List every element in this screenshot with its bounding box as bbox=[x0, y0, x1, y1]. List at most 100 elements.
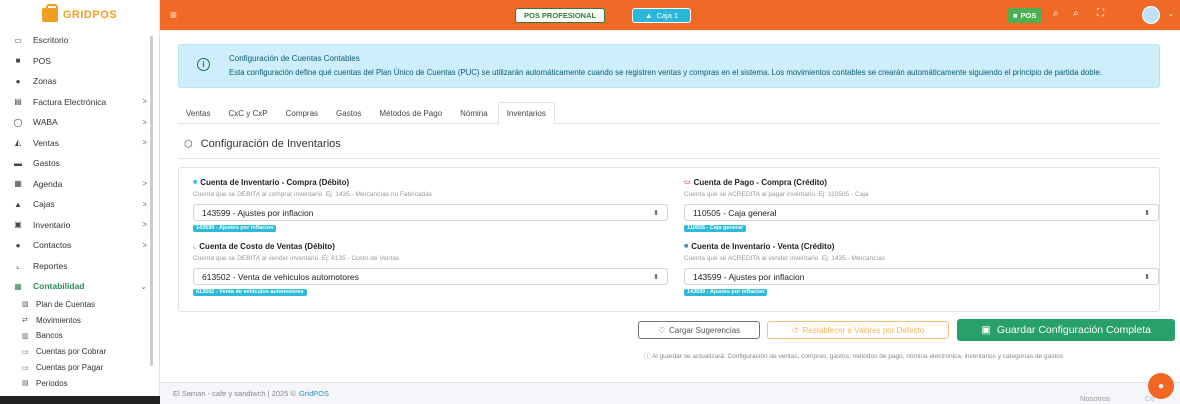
sidebar-item-label: Zonas bbox=[33, 76, 57, 87]
account-badge: 143599 - Ajustes por inflacion bbox=[193, 225, 277, 232]
chevron-icon: ⌄ bbox=[140, 281, 147, 291]
sidebar-item-escritorio[interactable]: ▭ Escritorio bbox=[0, 30, 159, 51]
submenu-item-plan-de-cuentas[interactable]: ▧ Plan de Cuentas bbox=[0, 297, 159, 313]
receivable-icon: ▭ bbox=[22, 348, 29, 356]
tab-gastos[interactable]: Gastos bbox=[328, 102, 369, 124]
chart-of-accounts-icon: ▧ bbox=[22, 301, 29, 309]
submenu-item-label: Periodos bbox=[36, 378, 68, 388]
footer-brand-link[interactable]: GridPOS bbox=[299, 389, 329, 398]
tab-cxc-y-cxp[interactable]: CxC y CxP bbox=[220, 102, 275, 124]
sidebar-bottom-bar bbox=[0, 396, 160, 404]
tab-m-todos-de-pago[interactable]: Métodos de Pago bbox=[371, 102, 450, 124]
submenu-item-label: Bancos bbox=[36, 331, 63, 341]
brand-logo[interactable]: GRIDPOS bbox=[0, 0, 159, 30]
pos-icon: ■ bbox=[1013, 11, 1018, 20]
accounting-icon: ▦ bbox=[14, 281, 22, 291]
submenu-item-periodos[interactable]: ▤ Periodos bbox=[0, 375, 159, 391]
select-value: 613502 - Venta de vehiculos automotores bbox=[202, 271, 359, 282]
sidebar: GRIDPOS ▭ Escritorio ■ POS ● Zonas ▤ Factura El… bbox=[0, 0, 160, 404]
cost-of-sales-select[interactable]: 613502 - Venta de vehiculos automotores … bbox=[193, 268, 668, 285]
sidebar-item-contabilidad[interactable]: ▦ Contabilidad ⌄ bbox=[0, 276, 159, 297]
submenu-item-cuentas-por-cobrar[interactable]: ▭ Cuentas por Cobrar bbox=[0, 344, 159, 360]
fullscreen-icon[interactable]: ⛶ bbox=[1097, 8, 1104, 19]
pos-badge-label: POS bbox=[1020, 11, 1037, 20]
sidebar-item-label: Agenda bbox=[33, 178, 63, 189]
chat-bubble-icon[interactable]: ● bbox=[1148, 373, 1174, 399]
box-icon: ⬡ bbox=[184, 138, 193, 150]
reset-defaults-button[interactable]: ↺ Restablecer a Valores por Defecto bbox=[767, 321, 949, 339]
field-help: Cuenta que se DEBITA al vender inventari… bbox=[193, 255, 400, 262]
sidebar-item-contactos[interactable]: ● Contactos > bbox=[0, 235, 159, 256]
account-badge: 110505 - Caja general bbox=[684, 225, 746, 232]
cash-register-label: Caja 1 bbox=[656, 11, 679, 20]
button-label: Guardar Configuración Completa bbox=[996, 324, 1151, 336]
inventory-sale-select[interactable]: 143599 - Ajustes por inflacion ⬍ bbox=[684, 268, 1159, 285]
sidebar-item-factura-electr-nica[interactable]: ▤ Factura Electrónica > bbox=[0, 92, 159, 113]
field-help: Cuenta que se ACREDITA al vender inventa… bbox=[684, 255, 886, 262]
tab-n-mina[interactable]: Nómina bbox=[452, 102, 496, 124]
pos-badge-button[interactable]: ■ POS bbox=[1007, 8, 1043, 23]
whatsapp-icon: ◯ bbox=[13, 117, 23, 127]
payable-icon: ▭ bbox=[22, 364, 29, 372]
zoom-in-icon[interactable]: ⌕ bbox=[1053, 8, 1059, 19]
sidebar-item-gastos[interactable]: ▬ Gastos bbox=[0, 153, 159, 174]
load-suggestions-button[interactable]: ♡ Cargar Sugerencias bbox=[638, 321, 760, 339]
sidebar-item-zonas[interactable]: ● Zonas bbox=[0, 71, 159, 92]
tab-ventas[interactable]: Ventas bbox=[178, 102, 218, 124]
tab-inventarios[interactable]: Inventarios bbox=[497, 102, 555, 125]
field-inventory-sale: ■ Cuenta de Inventario - Venta (Crédito)… bbox=[684, 240, 1159, 296]
select-value: 110505 - Caja general bbox=[693, 207, 777, 218]
main-content: i Configuración de Cuentas Contables Est… bbox=[160, 30, 1180, 404]
pos-icon: ■ bbox=[15, 56, 21, 66]
select-value: 143599 - Ajustes por inflacion bbox=[693, 271, 805, 282]
cash-register-button[interactable]: ▲ Caja 1 bbox=[632, 8, 692, 23]
config-tabs: Ventas CxC y CxP Compras Gastos Métodos de P… bbox=[178, 102, 1160, 125]
inventory-purchase-select[interactable]: 143599 - Ajustes por inflacion ⬍ bbox=[193, 204, 668, 221]
credit-card-icon: ▭ bbox=[684, 179, 691, 186]
submenu-item-movimientos[interactable]: ⇄ Movimientos bbox=[0, 312, 159, 328]
footer-about-link[interactable]: Nosotros bbox=[1080, 394, 1110, 403]
pos-professional-button[interactable]: POS PROFESIONAL bbox=[515, 8, 606, 23]
divider bbox=[178, 158, 1160, 159]
select-arrows-icon: ⬍ bbox=[1144, 273, 1150, 281]
contacts-icon: ● bbox=[15, 240, 21, 250]
submenu-item-label: Movimientos bbox=[36, 315, 81, 325]
sidebar-item-pos[interactable]: ■ POS bbox=[0, 51, 159, 72]
chevron-down-icon[interactable]: ⌄ bbox=[1168, 10, 1174, 18]
sidebar-item-cajas[interactable]: ▲ Cajas > bbox=[0, 194, 159, 215]
sidebar-item-ventas[interactable]: ◭ Ventas > bbox=[0, 133, 159, 154]
sidebar-item-label: Ventas bbox=[33, 137, 59, 148]
chevron-icon: > bbox=[142, 138, 147, 148]
field-cost-of-sales: ⌞ Cuenta de Costo de Ventas (Débito) Cue… bbox=[193, 240, 668, 296]
sidebar-scrollbar[interactable] bbox=[150, 36, 153, 366]
submenu-item-label: Plan de Cuentas bbox=[36, 299, 96, 309]
submenu-item-cuentas-por-pagar[interactable]: ▭ Cuentas por Pagar bbox=[0, 360, 159, 376]
inventory-accounts-card: ■ Cuenta de Inventario - Compra (Débito)… bbox=[178, 167, 1160, 312]
sidebar-item-waba[interactable]: ◯ WABA > bbox=[0, 112, 159, 133]
bank-icon: ▥ bbox=[22, 332, 29, 340]
payment-purchase-select[interactable]: 110505 - Caja general ⬍ bbox=[684, 204, 1159, 221]
inventory-icon: ▣ bbox=[14, 220, 22, 230]
save-config-button[interactable]: ▣ Guardar Configuración Completa bbox=[957, 319, 1175, 341]
desktop-icon: ▭ bbox=[14, 35, 22, 45]
sidebar-item-agenda[interactable]: ▦ Agenda > bbox=[0, 174, 159, 195]
accounting-submenu: ▧ Plan de Cuentas ⇄ Movimientos ▥ Bancos ▭ Cuen… bbox=[0, 297, 159, 392]
sidebar-item-label: WABA bbox=[33, 117, 58, 128]
hamburger-menu-icon[interactable]: ≡ bbox=[170, 8, 177, 22]
sidebar-item-reportes[interactable]: ⌞ Reportes bbox=[0, 256, 159, 277]
sidebar-item-inventario[interactable]: ▣ Inventario > bbox=[0, 215, 159, 236]
submenu-item-bancos[interactable]: ▥ Bancos bbox=[0, 328, 159, 344]
sidebar-item-label: Gastos bbox=[33, 158, 60, 169]
info-icon: i bbox=[197, 58, 210, 71]
chevron-icon: > bbox=[142, 240, 147, 250]
debit-icon: ■ bbox=[193, 178, 198, 186]
zoom-out-icon[interactable]: ⌕ bbox=[1073, 8, 1079, 19]
field-help: Cuenta que se DEBITA al comprar inventar… bbox=[193, 191, 433, 198]
sidebar-item-label: Escritorio bbox=[33, 35, 69, 46]
tab-compras[interactable]: Compras bbox=[278, 102, 326, 124]
submenu-item-label: Cuentas por Pagar bbox=[36, 363, 104, 373]
shopping-bag-icon bbox=[41, 4, 58, 22]
lightbulb-icon: ♡ bbox=[657, 325, 665, 335]
user-avatar[interactable] bbox=[1142, 6, 1160, 24]
footer: El Saman - cafe y sandiwch | 2025 © Grid… bbox=[160, 382, 1180, 404]
